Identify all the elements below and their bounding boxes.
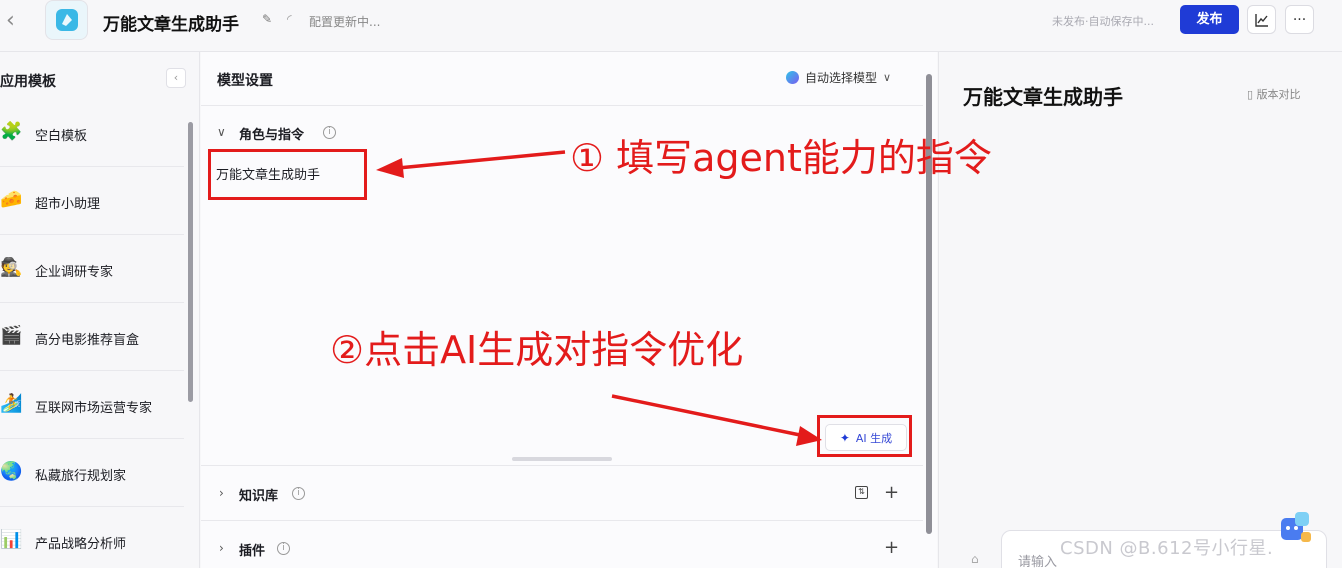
template-label: 私藏旅行规划家 [35, 469, 127, 484]
edit-icon[interactable]: ✎ [262, 12, 276, 26]
sidebar-scrollbar[interactable] [188, 122, 193, 402]
analytics-button[interactable] [1247, 5, 1276, 34]
annotation-highlight-prompt [208, 149, 367, 200]
clear-chat-icon[interactable]: ⌂ [971, 552, 985, 566]
template-label: 企业调研专家 [35, 265, 114, 280]
chevron-down-icon[interactable]: ∨ [217, 125, 226, 139]
template-label: 产品战略分析师 [35, 537, 127, 552]
compare-icon: ▯ [1247, 88, 1257, 101]
knowledge-section-title[interactable]: 知识库 [239, 485, 278, 504]
model-select[interactable]: 自动选择模型 ∨ [786, 69, 891, 86]
plugins-section-title[interactable]: 插件 [239, 540, 265, 559]
clapper-icon: 🎬 [0, 325, 23, 346]
cheese-icon: 🧀 [0, 189, 23, 210]
app-logo [45, 0, 88, 40]
template-item-movie[interactable]: 🎬 高分电影推荐盲盒 [0, 303, 184, 371]
preview-title: 万能文章生成助手 [963, 85, 1123, 109]
puzzle-icon: 🧩 [0, 121, 23, 142]
annotation-step1: ① 填写agent能力的指令 [570, 136, 992, 180]
template-label: 空白模板 [35, 129, 88, 144]
version-compare-label: 版本对比 [1256, 88, 1301, 101]
template-item-travel[interactable]: 🌏 私藏旅行规划家 [0, 439, 184, 507]
top-header: ‹ 万能文章生成助手 ✎ ◜ 配置更新中... 未发布·自动保存中... 发布 … [0, 0, 1342, 52]
app-title: 万能文章生成助手 [103, 15, 239, 35]
surfer-icon: 🏄 [0, 393, 23, 414]
divider [201, 520, 923, 521]
add-knowledge-icon[interactable]: + [884, 484, 899, 502]
divider [201, 465, 923, 466]
app-logo-icon [55, 9, 78, 31]
template-item-supermarket[interactable]: 🧀 超市小助理 [0, 167, 184, 235]
back-chevron-icon[interactable]: ‹ [6, 10, 26, 32]
more-icon: ··· [1292, 11, 1307, 28]
chart-icon [1254, 13, 1268, 27]
more-button[interactable]: ··· [1285, 5, 1314, 34]
divider [201, 105, 923, 106]
knowledge-settings-icon[interactable]: ⇅ [855, 486, 868, 499]
watermark-text: CSDN @B.612号小行星. [1060, 538, 1274, 559]
globe-icon: 🌏 [0, 461, 23, 482]
annotation-highlight-ai-button [817, 415, 912, 457]
template-item-research[interactable]: 🕵 企业调研专家 [0, 235, 184, 303]
template-label: 高分电影推荐盲盒 [35, 333, 140, 348]
app-root: ‹ 万能文章生成助手 ✎ ◜ 配置更新中... 未发布·自动保存中... 发布 … [0, 0, 1342, 568]
role-section-title[interactable]: 角色与指令 [239, 124, 304, 143]
chevron-right-icon[interactable]: › [219, 486, 224, 500]
template-sidebar: 应用模板 ‹ 🧩 空白模板 🧀 超市小助理 🕵 企业调研专家 🎬 高分电影推荐盲… [0, 52, 200, 568]
info-icon[interactable]: i [292, 487, 305, 500]
preview-panel: 万能文章生成助手 ▯ 版本对比 ⌂ 请输入 [938, 52, 1342, 568]
version-compare-link[interactable]: ▯ 版本对比 [1247, 86, 1301, 102]
panel-title: 模型设置 [217, 73, 273, 89]
template-item-strategy[interactable]: 📊 产品战略分析师 [0, 507, 184, 568]
template-item-marketing[interactable]: 🏄 互联网市场运营专家 [0, 371, 184, 439]
template-item-blank[interactable]: 🧩 空白模板 [0, 99, 184, 167]
loading-icon: ◜ [287, 12, 292, 26]
bar-chart-icon: 📊 [0, 529, 23, 550]
chevron-right-icon[interactable]: › [219, 541, 224, 555]
config-status-text: 配置更新中... [309, 15, 381, 29]
template-label: 超市小助理 [35, 197, 101, 212]
info-icon[interactable]: i [277, 542, 290, 555]
publish-button[interactable]: 发布 [1180, 5, 1239, 34]
template-label: 互联网市场运营专家 [35, 401, 153, 416]
sidebar-title: 应用模板 [0, 74, 56, 90]
detective-icon: 🕵 [0, 257, 23, 278]
horizontal-scrollbar[interactable] [512, 457, 612, 461]
model-select-value: 自动选择模型 [805, 71, 878, 85]
info-icon[interactable]: i [323, 126, 336, 139]
chevron-down-icon: ∨ [883, 71, 892, 84]
model-logo-icon [786, 71, 799, 84]
save-status-text: 未发布·自动保存中... [1052, 15, 1154, 28]
collapse-sidebar-button[interactable]: ‹ [166, 68, 186, 88]
annotation-step2: ②点击AI生成对指令优化 [330, 328, 744, 372]
chat-input-placeholder: 请输入 [1018, 555, 1058, 568]
add-plugin-icon[interactable]: + [884, 539, 899, 557]
assistant-bot-icon[interactable] [1275, 508, 1315, 548]
